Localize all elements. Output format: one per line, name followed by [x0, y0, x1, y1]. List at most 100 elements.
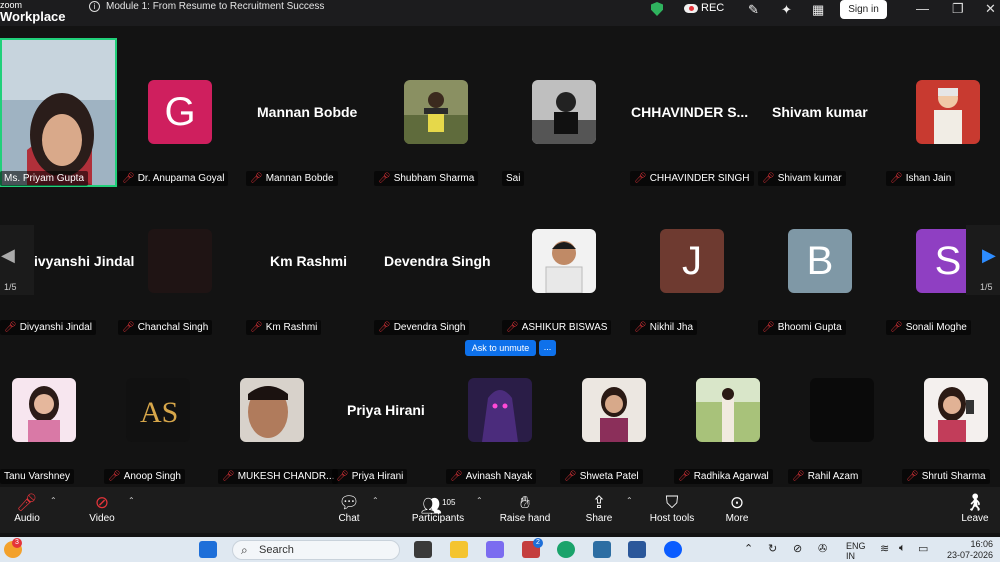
title-bar: zoom Workplace i Module 1: From Resume t…	[0, 0, 1000, 26]
participants-options-caret[interactable]: ⌃	[476, 496, 483, 505]
host-tools-button[interactable]: ⛉ Host tools	[645, 492, 699, 524]
gallery-prev-page[interactable]: ◀ 1/5	[0, 225, 34, 295]
participant-name: Ms. Priyam Gupta	[4, 173, 85, 184]
volume-icon[interactable]: 🔈︎	[899, 542, 906, 555]
speaker-video-feed	[2, 40, 115, 185]
profile-photo-mukesh	[240, 378, 304, 442]
name-tile-mannan: Mannan Bobde	[257, 104, 358, 120]
profile-photo-avinash	[468, 378, 532, 442]
profile-photo-radhika	[696, 378, 760, 442]
active-speaker-tile[interactable]	[0, 38, 117, 187]
arrow-left-icon: ◀	[1, 245, 15, 265]
participant-name: Shivam kumar	[777, 173, 842, 184]
mic-muted-icon: 🎤︎	[16, 493, 38, 512]
participant-name: Ishan Jain	[905, 173, 952, 184]
more-dots-icon: ⊙	[729, 493, 745, 512]
share-options-caret[interactable]: ⌃	[626, 496, 633, 505]
avatar-letter: B	[806, 239, 834, 283]
name-tile-priya: Priya Hirani	[347, 402, 425, 418]
mic-muted-icon: 🎤︎	[906, 471, 919, 482]
audio-options-caret[interactable]: ⌃	[50, 496, 57, 505]
gallery-next-page[interactable]: ▶ 1/5	[966, 225, 1000, 295]
mic-muted-icon: 🎤︎	[762, 322, 775, 333]
battery-icon[interactable]: ▭	[918, 542, 928, 555]
app-badge: 2	[533, 538, 543, 548]
participant-name: Anoop Singh	[123, 471, 181, 482]
chat-button[interactable]: 💬︎ Chat	[334, 492, 364, 524]
edge-browser-icon[interactable]	[557, 541, 575, 558]
host-tools-label: Host tools	[649, 513, 695, 524]
close-icon[interactable]: ✕	[985, 1, 996, 17]
participant-name: MUKESH CHANDR...	[237, 471, 335, 482]
svg-text:AS: AS	[140, 396, 178, 429]
wifi-icon[interactable]: ≋	[880, 542, 889, 555]
participants-count: 105	[442, 498, 456, 507]
zoom-taskbar-icon[interactable]	[664, 541, 682, 558]
avatar-letter: J	[682, 239, 702, 283]
pen-annotate-icon[interactable]: ✎	[748, 2, 759, 18]
ask-more-button[interactable]: ...	[539, 340, 556, 356]
sparkle-ai-icon[interactable]: ✦	[781, 2, 792, 18]
audio-label: Audio	[14, 513, 40, 524]
tile-label-shivam: 🎤︎ Shivam kumar	[758, 171, 846, 186]
restore-icon[interactable]: ❐	[952, 1, 964, 17]
participants-button[interactable]: 👥︎105 Participants	[408, 492, 468, 524]
clock-time: 16:06	[970, 539, 994, 549]
chat-options-caret[interactable]: ⌃	[372, 496, 379, 505]
video-options-caret[interactable]: ⌃	[128, 496, 135, 505]
mic-muted-icon: 🎤︎	[890, 322, 903, 333]
language-indicator[interactable]: ENG IN	[846, 541, 866, 561]
mic-tray-icon[interactable]: ✇	[818, 542, 827, 555]
tile-label-sonali: 🎤︎ Sonali Moghe	[886, 320, 971, 335]
security-shield-icon[interactable]	[651, 2, 663, 16]
chat-label: Chat	[338, 513, 360, 524]
mic-muted-icon: 🎤︎	[378, 322, 391, 333]
profile-photo-shubham	[404, 80, 468, 144]
more-label: More	[725, 513, 749, 524]
meeting-title: Module 1: From Resume to Recruitment Suc…	[106, 1, 325, 12]
mic-muted-icon: 🎤︎	[108, 471, 121, 482]
sign-in-button[interactable]: Sign in	[840, 0, 887, 19]
meeting-toolbar: 🎤︎ Audio ⌃ ⊘ Video ⌃ 💬︎ Chat ⌃ 👥︎105 Par…	[0, 487, 1000, 533]
start-menu-icon[interactable]	[199, 541, 217, 558]
file-explorer-icon[interactable]	[450, 541, 468, 558]
participant-name: Nikhil Jha	[649, 322, 694, 333]
participant-name: Tanu Varshney	[4, 471, 70, 482]
app-icon[interactable]	[593, 541, 611, 558]
page-indicator: 1/5	[4, 282, 17, 292]
meeting-info[interactable]: i Module 1: From Resume to Recruitment S…	[89, 1, 324, 12]
participant-name: Shruti Sharma	[921, 471, 986, 482]
tile-label-radhika: 🎤︎ Radhika Agarwal	[674, 469, 773, 484]
leave-button[interactable]: 🚶︎ Leave	[960, 492, 990, 524]
tile-label-anupama: 🎤︎ Dr. Anupama Goyal	[118, 171, 229, 186]
task-view-icon[interactable]	[414, 541, 432, 558]
participant-name: Bhoomi Gupta	[777, 322, 842, 333]
mic-muted-icon: 🎤︎	[222, 471, 235, 482]
mic-muted-icon: 🎤︎	[450, 471, 463, 482]
avatar-anupama: G	[148, 80, 212, 144]
word-icon[interactable]	[628, 541, 646, 558]
camera-off-icon[interactable]: ⊘	[793, 542, 802, 555]
taskbar-search[interactable]: ⌕ Search	[232, 540, 400, 560]
minimize-icon[interactable]: —	[916, 1, 929, 16]
participant-name: Dr. Anupama Goyal	[137, 173, 225, 184]
copilot-icon[interactable]	[486, 541, 504, 558]
video-off-icon: ⊘	[94, 493, 110, 512]
clock-date: 23-07-2026	[947, 550, 994, 560]
view-grid-icon[interactable]: ▦	[812, 2, 824, 18]
more-button[interactable]: ⊙ More	[722, 492, 752, 524]
record-indicator[interactable]: REC	[684, 2, 724, 14]
info-icon[interactable]: i	[89, 1, 100, 12]
rec-label: REC	[701, 2, 725, 14]
video-button[interactable]: ⊘ Video	[87, 492, 117, 524]
tray-overflow-icon[interactable]: ⌃	[744, 542, 753, 555]
share-button[interactable]: ⇪ Share	[584, 492, 614, 524]
ask-to-unmute-button[interactable]: Ask to unmute	[465, 340, 536, 356]
audio-button[interactable]: 🎤︎ Audio	[12, 492, 42, 524]
sync-icon[interactable]: ↻	[768, 542, 777, 555]
tile-label-nikhil: 🎤︎ Nikhil Jha	[630, 320, 698, 335]
profile-photo-tanu	[12, 378, 76, 442]
system-clock[interactable]: 16:06 23-07-2026	[947, 539, 993, 561]
mic-muted-icon: 🎤︎	[122, 322, 135, 333]
raise-hand-button[interactable]: ✋︎ Raise hand	[498, 492, 552, 524]
